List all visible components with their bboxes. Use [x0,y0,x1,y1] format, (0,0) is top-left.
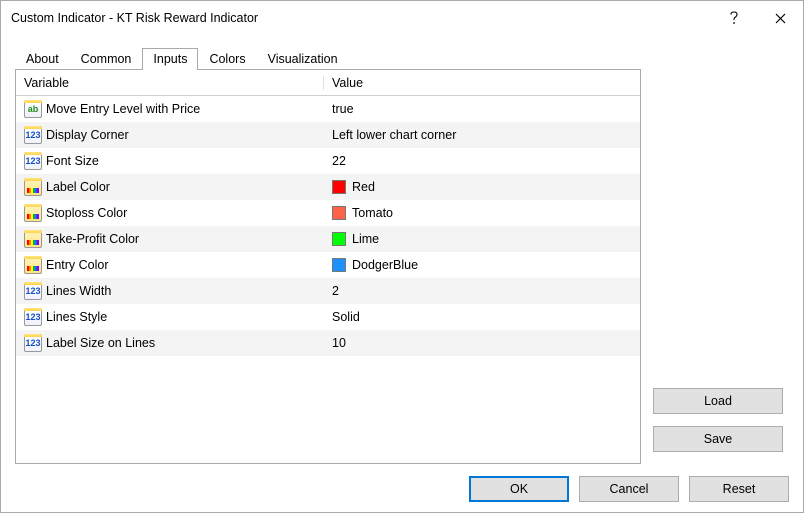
cell-value[interactable]: DodgerBlue [324,258,640,272]
enum-icon: 123 [24,126,42,144]
variable-label: Display Corner [46,128,129,142]
cell-value[interactable]: 22 [324,154,640,168]
color-icon [24,204,42,222]
cell-value[interactable]: Red [324,180,640,194]
content-area: About Common Inputs Colors Visualization… [1,35,803,476]
titlebar: Custom Indicator - KT Risk Reward Indica… [1,1,803,35]
close-button[interactable] [757,3,803,33]
value-label: 2 [332,284,339,298]
cell-value[interactable]: Tomato [324,206,640,220]
color-swatch [332,206,346,220]
save-button[interactable]: Save [653,426,783,452]
cell-value[interactable]: true [324,102,640,116]
cell-value[interactable]: 10 [324,336,640,350]
table-row[interactable]: 123 Label Size on Lines 10 [16,330,640,356]
value-label: Lime [352,232,379,246]
cell-variable: Take-Profit Color [16,230,324,248]
table-row[interactable]: ab Move Entry Level with Price true [16,96,640,122]
color-icon [24,256,42,274]
table-row[interactable]: 123 Lines Width 2 [16,278,640,304]
cell-variable: 123 Lines Width [16,282,324,300]
color-swatch [332,180,346,194]
variable-label: Label Color [46,180,110,194]
cell-variable: Stoploss Color [16,204,324,222]
ok-button[interactable]: OK [469,476,569,502]
tab-common[interactable]: Common [70,48,143,70]
tab-about[interactable]: About [15,48,70,70]
window-title: Custom Indicator - KT Risk Reward Indica… [11,11,711,25]
variable-label: Lines Style [46,310,107,324]
table-header: Variable Value [16,70,640,96]
value-label: true [332,102,354,116]
table-row[interactable]: Entry Color DodgerBlue [16,252,640,278]
cell-value[interactable]: Solid [324,310,640,324]
reset-button[interactable]: Reset [689,476,789,502]
table-row[interactable]: 123 Lines Style Solid [16,304,640,330]
close-icon [775,13,786,24]
cell-variable: 123 Font Size [16,152,324,170]
value-label: DodgerBlue [352,258,418,272]
tab-body: Variable Value ab Move Entry Level with P… [15,69,789,464]
value-label: Left lower chart corner [332,128,456,142]
variable-label: Label Size on Lines [46,336,155,350]
enum-icon: 123 [24,308,42,326]
load-button[interactable]: Load [653,388,783,414]
cell-value[interactable]: Left lower chart corner [324,128,640,142]
variable-label: Entry Color [46,258,109,272]
value-label: 22 [332,154,346,168]
tab-colors[interactable]: Colors [198,48,256,70]
color-icon [24,230,42,248]
value-label: 10 [332,336,346,350]
number-icon: 123 [24,282,42,300]
variable-label: Take-Profit Color [46,232,139,246]
dialog-window: Custom Indicator - KT Risk Reward Indica… [0,0,804,513]
header-value[interactable]: Value [324,76,640,90]
cell-variable: ab Move Entry Level with Price [16,100,324,118]
cell-value[interactable]: 2 [324,284,640,298]
variable-label: Stoploss Color [46,206,127,220]
value-label: Red [352,180,375,194]
cell-variable: 123 Display Corner [16,126,324,144]
cell-variable: 123 Label Size on Lines [16,334,324,352]
value-label: Tomato [352,206,393,220]
tabstrip: About Common Inputs Colors Visualization [15,45,789,69]
table-row[interactable]: 123 Font Size 22 [16,148,640,174]
color-swatch [332,258,346,272]
tab-visualization[interactable]: Visualization [257,48,349,70]
help-icon [730,11,738,25]
string-icon: ab [24,100,42,118]
variable-label: Font Size [46,154,99,168]
number-icon: 123 [24,334,42,352]
cell-variable: 123 Lines Style [16,308,324,326]
table-body: ab Move Entry Level with Price true 123 Disp… [16,96,640,356]
table-row[interactable]: Take-Profit Color Lime [16,226,640,252]
inputs-table[interactable]: Variable Value ab Move Entry Level with P… [15,69,641,464]
table-row[interactable]: Stoploss Color Tomato [16,200,640,226]
cell-variable: Entry Color [16,256,324,274]
header-variable[interactable]: Variable [16,76,324,90]
variable-label: Move Entry Level with Price [46,102,200,116]
cell-value[interactable]: Lime [324,232,640,246]
tab-inputs[interactable]: Inputs [142,48,198,70]
value-label: Solid [332,310,360,324]
color-icon [24,178,42,196]
color-swatch [332,232,346,246]
cancel-button[interactable]: Cancel [579,476,679,502]
variable-label: Lines Width [46,284,111,298]
cell-variable: Label Color [16,178,324,196]
help-button[interactable] [711,3,757,33]
table-row[interactable]: 123 Display Corner Left lower chart corner [16,122,640,148]
number-icon: 123 [24,152,42,170]
table-row[interactable]: Label Color Red [16,174,640,200]
footer-buttons: OK Cancel Reset [1,476,803,512]
side-buttons: Load Save [653,69,789,464]
